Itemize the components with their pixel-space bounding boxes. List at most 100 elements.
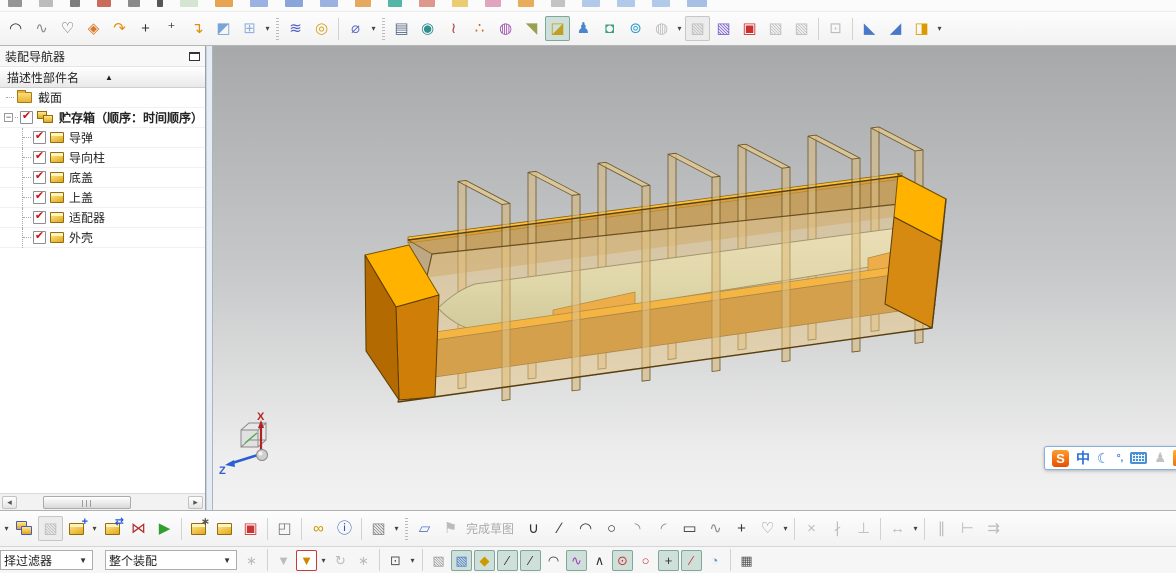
partial-blue-cube-icon[interactable] [250,0,268,7]
move-component-button[interactable]: ⇄ [100,516,125,541]
ime-language-toggle[interactable]: 中 [1076,448,1090,468]
exploded-views-button[interactable]: ◰ [272,516,297,541]
spotlight-button[interactable]: ◥ [519,16,544,41]
photo-render-button[interactable]: ◉ [415,16,440,41]
sketch-circle-button[interactable]: ○ [599,516,624,541]
scrollbar-track[interactable] [19,495,186,509]
ime-punctuation-toggle[interactable]: °, [1117,453,1124,464]
tree-row-component[interactable]: ✔ 导弹 [0,127,205,148]
quick-trim-button[interactable]: × [799,516,824,541]
sketch-spline-button[interactable]: ∿ [703,516,728,541]
collapse-icon[interactable]: − [4,113,13,122]
intersection-curve-button[interactable]: ⊞ [237,16,262,41]
revolve-wedge-button[interactable]: ◢ [883,16,908,41]
partial-yellow-cube-icon[interactable] [452,0,468,7]
quick-extend-button[interactable]: ∤ [825,516,850,541]
snap-point-on-curve-button[interactable]: ∕ [681,549,702,571]
partial-blue-cube-3-icon[interactable] [320,0,338,7]
selection-scope-combo[interactable]: 整个装配 ▼ [105,550,237,570]
sketch-arc-button[interactable]: ◠ [573,516,598,541]
add-component-dropdown[interactable]: ▾ [90,524,99,533]
section-surface-button[interactable]: ◩ [211,16,236,41]
profile-curve-button[interactable]: ♡ [55,16,80,41]
snap-control-point-button[interactable]: ◠ [543,550,564,571]
general-selection-filter-dropdown[interactable]: ▾ [319,556,328,565]
point-set-button[interactable]: ⁺ [159,16,184,41]
partial-lightblue-plane-3-icon[interactable] [652,0,670,7]
snap-arc-center-button[interactable]: ⊙ [612,549,633,571]
partial-gray-sheet-icon[interactable] [551,0,565,7]
art-brush-button[interactable]: ≀ [441,16,466,41]
tree-row-component[interactable]: ✔ 底盖 [0,167,205,188]
ime-account-icon[interactable]: ♟ [1154,450,1166,466]
snap-point-toggle-button[interactable]: ◆ [474,549,495,571]
inferred-dimension-button[interactable]: ↔ [885,516,910,541]
ime-soft-keyboard-icon[interactable] [1130,452,1148,464]
add-component-button[interactable]: + [64,516,89,541]
combined-projection-button[interactable]: ↴ [185,16,210,41]
scroll-left-button[interactable]: ◂ [2,495,17,509]
arc-through-points-button[interactable]: ◠ [3,16,28,41]
partial-teal-square-icon[interactable] [388,0,402,7]
sketch-rectangle-button[interactable]: ▭ [677,516,702,541]
visibility-checkbox[interactable]: ✔ [33,131,46,144]
panel-horizontal-scrollbar[interactable]: ◂ ▸ [0,493,205,510]
sketch-line-button[interactable]: ∕ [547,516,572,541]
visibility-checkbox[interactable]: ✔ [33,191,46,204]
snap-point-on-face-button[interactable]: ◔ [704,550,725,571]
helix-button[interactable]: ≋ [283,16,308,41]
tree-row-section[interactable]: 截面 [0,88,205,108]
partial-orange-tool-icon[interactable] [355,0,371,7]
delete-spring-button[interactable]: ⌀ [343,16,368,41]
shaded-view-cube-button[interactable]: ▧ [428,550,449,571]
float-window-icon[interactable] [189,51,200,61]
studio-spline-button[interactable]: ∿ [29,16,54,41]
animation-editor-button[interactable]: ▤ [389,16,414,41]
visual-effect-button[interactable]: ◍ [649,16,674,41]
visibility-checkbox[interactable]: ✔ [33,151,46,164]
sketch-fillet-button[interactable]: ◝ [625,516,650,541]
material-colors-button[interactable]: ∴ [467,16,492,41]
partial-spline-icon[interactable] [39,0,53,7]
tree-row-component[interactable]: ✔ 上盖 [0,187,205,208]
assembly-constraints-button[interactable]: ▧ [38,516,63,541]
replace-component-button[interactable]: ∗ [186,516,211,541]
inferred-dimension-dropdown[interactable]: ▾ [911,524,920,533]
sketch-in-task-env-button[interactable]: ▱ [412,516,437,541]
actor-person-button[interactable]: ♟ [571,16,596,41]
partial-arc-red-icon[interactable] [97,0,111,7]
wave-geometry-link-button[interactable]: ∞ [306,516,331,541]
partial-orange-cubes-icon[interactable] [215,0,233,7]
partial-orange-sheet-icon[interactable] [518,0,534,7]
grid-point-button[interactable]: ▦ [736,550,757,571]
partial-lightblue-plane-2-icon[interactable] [617,0,635,7]
tree-row-component[interactable]: ✔ 外壳 [0,227,205,248]
material-ring-button[interactable]: ◍ [493,16,518,41]
parallel-constraint-button[interactable]: ∥ [929,516,954,541]
point-button[interactable]: + [133,16,158,41]
sketch-point-button[interactable]: + [729,516,754,541]
partial-pink-balls-icon[interactable] [485,0,501,7]
snap-arc-vertex-button[interactable]: ∧ [589,550,610,571]
interpart-link-info-button[interactable]: ⓘ [332,516,357,541]
extrude-wedge-button[interactable]: ◣ [857,16,882,41]
ray-traced-editor-button[interactable]: ▧ [763,16,788,41]
panel-resize-sash[interactable] [206,46,213,510]
partial-plane-green-icon[interactable] [180,0,198,7]
auto-dimension-button[interactable]: ⇉ [981,516,1006,541]
scroll-right-button[interactable]: ▸ [188,495,203,509]
reset-orientation-button[interactable]: ↻ [330,550,351,571]
ime-fullhalf-moon-icon[interactable]: ☾ [1097,450,1110,467]
display-mode-cube-button[interactable]: ▧ [366,516,391,541]
visibility-checkbox[interactable]: ✔ [20,111,33,124]
visibility-checkbox[interactable]: ✔ [33,231,46,244]
display-mode-cube-dropdown[interactable]: ▾ [392,524,401,533]
snap-quadrant-point-button[interactable]: ○ [635,550,656,571]
tree-row-root[interactable]: − ✔ 贮存箱（顺序：时间顺序） [0,108,205,128]
visual-effect-dropdown[interactable]: ▾ [675,24,684,33]
assembly-sequence-button[interactable]: ▶ [152,516,177,541]
scrollbar-thumb[interactable] [43,495,131,509]
tree-row-component[interactable]: ✔ 适配器 [0,207,205,228]
more-assembly-options-dropdown[interactable]: ▾ [2,524,11,533]
partial-lightblue-plane-icon[interactable] [582,0,600,7]
